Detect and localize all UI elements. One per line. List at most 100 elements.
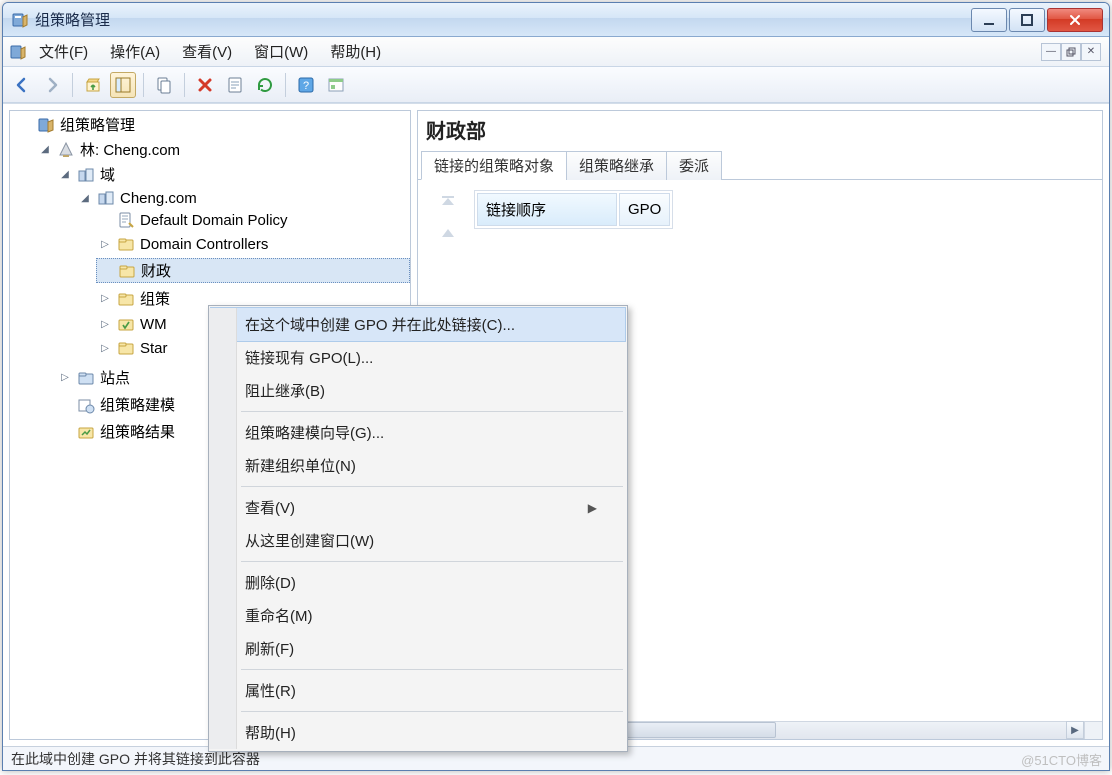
window-title: 组策略管理 [35, 9, 969, 30]
app-icon [11, 11, 29, 29]
toolbar-separator [285, 73, 286, 97]
watermark: @51CTO博客 [1021, 750, 1102, 769]
expand-icon[interactable]: ▷ [98, 292, 112, 306]
menu-file[interactable]: 文件(F) [29, 39, 98, 64]
ctx-view[interactable]: 查看(V) ▶ [211, 491, 625, 524]
folder-icon [117, 339, 135, 357]
tree-gpo-container-label: 组策 [140, 288, 170, 309]
forward-button[interactable] [39, 72, 65, 98]
col-gpo[interactable]: GPO [619, 193, 670, 226]
tree-domain-controllers[interactable]: ▷ Domain Controllers [96, 234, 410, 254]
ctx-properties[interactable]: 属性(R) [211, 674, 625, 707]
menu-help[interactable]: 帮助(H) [320, 39, 391, 64]
tree-forest[interactable]: ◢ 林: Cheng.com [36, 138, 410, 161]
maximize-button[interactable] [1009, 8, 1045, 32]
refresh-button[interactable] [252, 72, 278, 98]
tree-ou-finance-label: 财政 [141, 260, 171, 281]
tree-domain-cheng[interactable]: ◢ Cheng.com [76, 188, 410, 208]
tree-default-domain-policy[interactable]: Default Domain Policy [96, 210, 410, 230]
ctx-block-inheritance-label: 阻止继承(B) [245, 380, 325, 401]
ou-icon [117, 235, 135, 253]
tree-root[interactable]: 组策略管理 [16, 113, 410, 136]
close-button[interactable] [1047, 8, 1103, 32]
mdi-restore-button[interactable] [1061, 43, 1081, 61]
tab-inheritance[interactable]: 组策略继承 [566, 151, 667, 180]
titlebar[interactable]: 组策略管理 [3, 3, 1109, 37]
menu-window[interactable]: 窗口(W) [244, 39, 318, 64]
tree-forest-label: 林: Cheng.com [80, 139, 180, 160]
ctx-new-window[interactable]: 从这里创建窗口(W) [211, 524, 625, 557]
options-button[interactable] [323, 72, 349, 98]
tree-domains[interactable]: ◢ 域 [56, 163, 410, 186]
tab-delegation[interactable]: 委派 [666, 151, 722, 180]
ou-icon [118, 262, 136, 280]
col-link-order[interactable]: 链接顺序 [477, 193, 617, 226]
ctx-rename[interactable]: 重命名(M) [211, 599, 625, 632]
up-button[interactable] [80, 72, 106, 98]
ctx-help[interactable]: 帮助(H) [211, 716, 625, 749]
tabstrip: 链接的组策略对象 组策略继承 委派 [418, 150, 1102, 180]
ctx-help-label: 帮助(H) [245, 722, 296, 743]
toolbar-separator [143, 73, 144, 97]
folder-icon [117, 290, 135, 308]
toolbar-separator [184, 73, 185, 97]
domain-icon [97, 189, 115, 207]
ctx-block-inheritance[interactable]: 阻止继承(B) [211, 374, 625, 407]
collapse-icon[interactable]: ◢ [58, 168, 72, 182]
ctx-new-ou-label: 新建组织单位(N) [245, 455, 356, 476]
toolbar-separator [72, 73, 73, 97]
ctx-new-ou[interactable]: 新建组织单位(N) [211, 449, 625, 482]
mdi-close-button[interactable]: ✕ [1081, 43, 1101, 61]
ctx-create-gpo-link[interactable]: 在这个域中创建 GPO 并在此处链接(C)... [210, 307, 626, 342]
delete-button[interactable] [192, 72, 218, 98]
move-top-icon[interactable] [437, 194, 459, 214]
forest-icon [57, 141, 75, 159]
tree-ou-finance[interactable]: 财政 [96, 258, 410, 283]
expand-icon[interactable]: ▷ [98, 341, 112, 355]
ctx-rename-label: 重命名(M) [245, 605, 313, 626]
linked-gpo-grid[interactable]: 链接顺序 GPO [474, 190, 673, 229]
ctx-properties-label: 属性(R) [245, 680, 296, 701]
ctx-separator [241, 711, 623, 712]
help-button[interactable]: ? [293, 72, 319, 98]
ctx-separator [241, 411, 623, 412]
ctx-view-label: 查看(V) [245, 497, 295, 518]
results-icon [77, 423, 95, 441]
show-hide-tree-button[interactable] [110, 72, 136, 98]
mdi-minimize-button[interactable]: — [1041, 43, 1061, 61]
expand-icon[interactable]: ▷ [98, 317, 112, 331]
gpo-link-icon [117, 211, 135, 229]
properties-button[interactable] [222, 72, 248, 98]
collapse-icon[interactable]: ◢ [78, 191, 92, 205]
hscroll-corner [1084, 721, 1102, 739]
menu-view[interactable]: 查看(V) [172, 39, 242, 64]
move-up-icon[interactable] [437, 224, 459, 244]
svg-text:?: ? [303, 80, 309, 92]
ctx-delete-label: 删除(D) [245, 572, 296, 593]
ctx-link-existing[interactable]: 链接现有 GPO(L)... [211, 341, 625, 374]
expand-icon[interactable]: ▷ [98, 237, 112, 251]
tree-domain-controllers-label: Domain Controllers [140, 236, 268, 253]
context-menu[interactable]: 在这个域中创建 GPO 并在此处链接(C)... 链接现有 GPO(L)... … [208, 305, 628, 752]
tab-linked-gpos[interactable]: 链接的组策略对象 [421, 151, 567, 180]
ctx-modeling-wizard-label: 组策略建模向导(G)... [245, 422, 384, 443]
hscroll-right[interactable]: ▶ [1066, 721, 1084, 739]
ctx-modeling-wizard[interactable]: 组策略建模向导(G)... [211, 416, 625, 449]
menu-action[interactable]: 操作(A) [100, 39, 170, 64]
tree-gp-modeling-label: 组策略建模 [100, 394, 175, 415]
toolbar: ? [3, 67, 1109, 103]
collapse-icon[interactable]: ◢ [38, 143, 52, 157]
back-button[interactable] [9, 72, 35, 98]
app-icon-small [9, 43, 27, 61]
ctx-separator [241, 669, 623, 670]
ctx-refresh-label: 刷新(F) [245, 638, 294, 659]
context-menu-gutter [209, 308, 237, 749]
tree-domain-label: Cheng.com [120, 190, 197, 207]
ctx-delete[interactable]: 删除(D) [211, 566, 625, 599]
ctx-refresh[interactable]: 刷新(F) [211, 632, 625, 665]
tree-wmi-label: WM [140, 316, 167, 333]
expand-icon[interactable]: ▷ [58, 371, 72, 385]
submenu-arrow-icon: ▶ [588, 501, 597, 515]
copy-button[interactable] [151, 72, 177, 98]
minimize-button[interactable] [971, 8, 1007, 32]
